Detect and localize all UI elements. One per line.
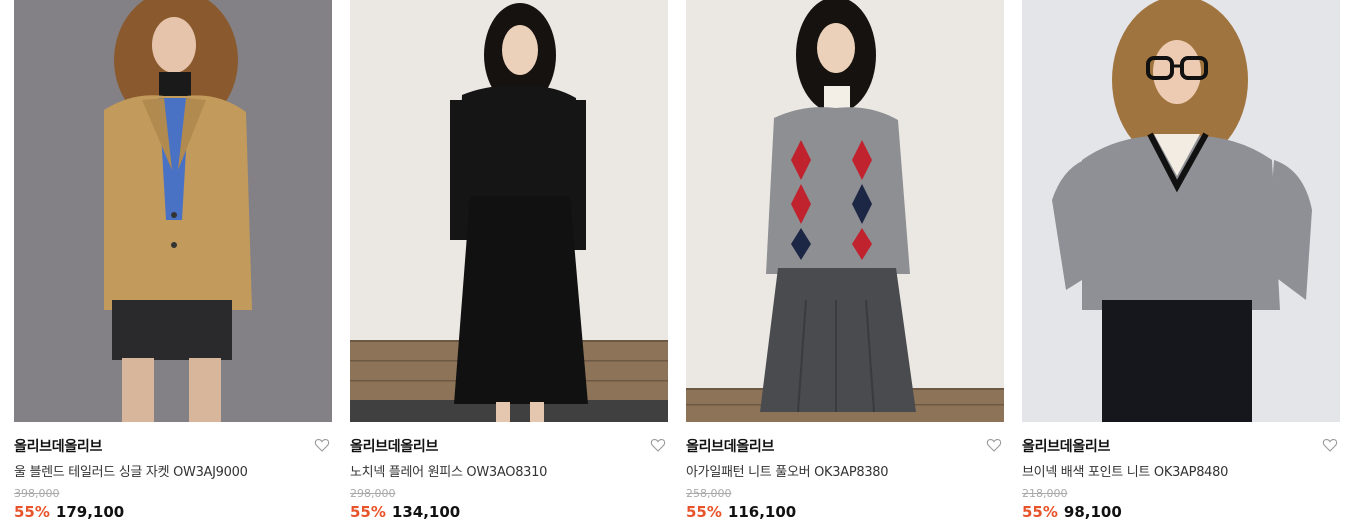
price-row: 55% 134,100 bbox=[350, 503, 460, 521]
product-name[interactable]: 노치넥 플레어 원피스 OW3AO8310 bbox=[350, 461, 547, 480]
price-row: 55% 116,100 bbox=[686, 503, 796, 521]
product-image[interactable] bbox=[14, 0, 332, 422]
price-row: 55% 179,100 bbox=[14, 503, 124, 521]
brand-name: 올리브데올리브 bbox=[686, 439, 775, 455]
original-price: 298,000 bbox=[350, 487, 396, 500]
product-image[interactable] bbox=[1022, 0, 1340, 422]
discount-rate: 55% bbox=[350, 503, 386, 521]
discount-rate: 55% bbox=[686, 503, 722, 521]
heart-outline-icon[interactable] bbox=[314, 437, 330, 453]
product-name[interactable]: 아가일패턴 니트 풀오버 OK3AP8380 bbox=[686, 461, 889, 480]
product-card[interactable]: 올리브데올리브 노치넥 플레어 원피스 OW3AO8310 298,000 55… bbox=[350, 0, 668, 530]
brand-name: 올리브데올리브 bbox=[14, 439, 103, 455]
product-grid: 올리브데올리브 울 블렌드 테일러드 싱글 자켓 OW3AJ9000 398,0… bbox=[0, 0, 1347, 530]
product-image[interactable] bbox=[350, 0, 668, 422]
brand-name: 올리브데올리브 bbox=[1022, 439, 1111, 455]
sale-price: 179,100 bbox=[55, 503, 125, 521]
discount-rate: 55% bbox=[14, 503, 50, 521]
sale-price: 116,100 bbox=[727, 503, 797, 521]
price-row: 55% 98,100 bbox=[1022, 503, 1122, 521]
product-card[interactable]: 올리브데올리브 브이넥 배색 포인트 니트 OK3AP8480 218,000 … bbox=[1022, 0, 1340, 530]
brand-name: 올리브데올리브 bbox=[350, 439, 439, 455]
product-image[interactable] bbox=[686, 0, 1004, 422]
original-price: 398,000 bbox=[14, 487, 60, 500]
original-price: 258,000 bbox=[686, 487, 732, 500]
product-card[interactable]: 올리브데올리브 울 블렌드 테일러드 싱글 자켓 OW3AJ9000 398,0… bbox=[14, 0, 332, 530]
heart-outline-icon[interactable] bbox=[1322, 437, 1338, 453]
heart-outline-icon[interactable] bbox=[986, 437, 1002, 453]
product-name[interactable]: 브이넥 배색 포인트 니트 OK3AP8480 bbox=[1022, 461, 1228, 480]
product-card[interactable]: 올리브데올리브 아가일패턴 니트 풀오버 OK3AP8380 258,000 5… bbox=[686, 0, 1004, 530]
product-name[interactable]: 울 블렌드 테일러드 싱글 자켓 OW3AJ9000 bbox=[14, 461, 248, 480]
heart-outline-icon[interactable] bbox=[650, 437, 666, 453]
discount-rate: 55% bbox=[1022, 503, 1058, 521]
sale-price: 98,100 bbox=[1063, 503, 1122, 521]
original-price: 218,000 bbox=[1022, 487, 1068, 500]
sale-price: 134,100 bbox=[391, 503, 461, 521]
